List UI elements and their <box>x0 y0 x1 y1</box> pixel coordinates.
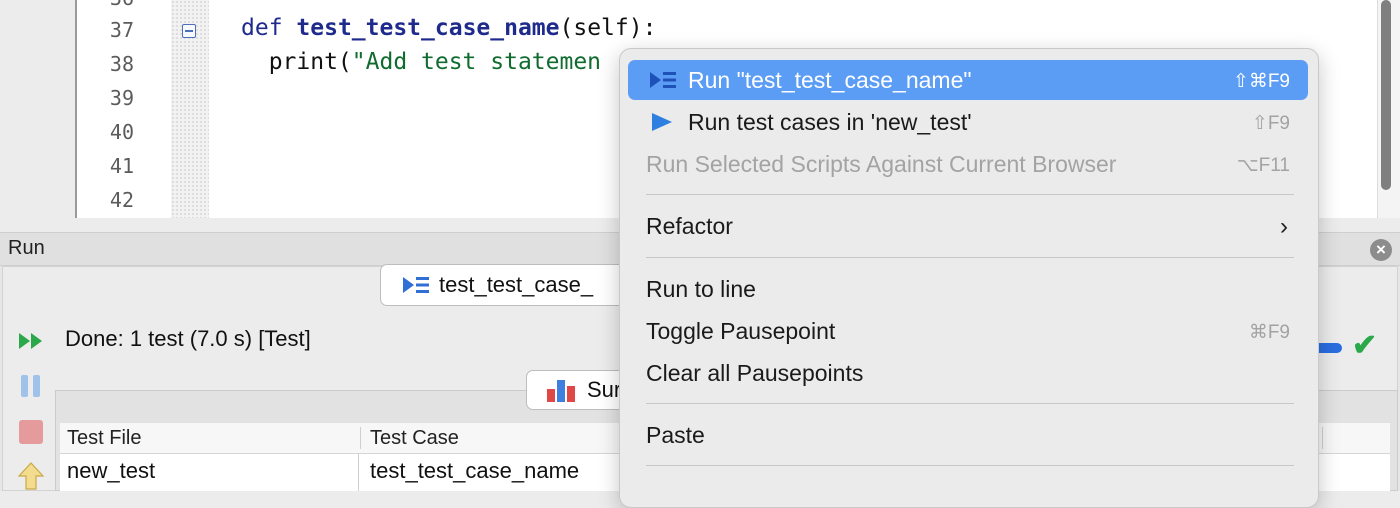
menu-item-label: Clear all Pausepoints <box>646 360 864 386</box>
play-icon <box>652 113 672 131</box>
keyword-def: def <box>241 15 283 41</box>
bar-chart-icon <box>547 380 575 402</box>
pause-icon[interactable] <box>18 373 44 399</box>
menu-item-label: Run "test_test_case_name" <box>688 67 972 93</box>
line-number: 38 <box>109 52 134 76</box>
menu-separator <box>646 465 1294 466</box>
stop-icon[interactable] <box>17 418 45 446</box>
cell-test-file: new_test <box>67 458 156 483</box>
fold-collapse-icon[interactable] <box>182 24 196 38</box>
function-args: (self): <box>559 15 657 41</box>
line-number: 41 <box>109 154 134 178</box>
vertical-scrollbar-thumb[interactable] <box>1381 0 1391 190</box>
line-number: 42 <box>109 188 134 212</box>
menu-item-shortcut: ⌘F9 <box>1248 322 1290 343</box>
run-panel-title: Run <box>8 237 45 259</box>
line-number: 39 <box>109 86 134 110</box>
menu-item-label: Paste <box>646 422 705 448</box>
summary-tab-label: Sur <box>587 377 622 402</box>
menu-item-label: Run test cases in 'new_test' <box>688 109 972 135</box>
column-header-test-case[interactable]: Test Case <box>370 427 459 450</box>
menu-item-label: Toggle Pausepoint <box>646 318 836 344</box>
run-test-icon <box>403 277 429 293</box>
run-test-icon <box>650 72 676 88</box>
menu-item-paste[interactable]: Paste <box>628 415 1308 455</box>
menu-item-label: Run to line <box>646 276 756 302</box>
string-literal: "Add test statemen <box>351 49 602 75</box>
menu-item-shortcut: ⇧F9 <box>1251 113 1290 134</box>
success-check-icon: ✔ <box>1352 329 1378 362</box>
function-name: test_test_case_name <box>296 15 560 41</box>
rerun-icon[interactable] <box>17 331 45 351</box>
column-divider[interactable] <box>360 427 361 449</box>
column-divider <box>358 454 359 491</box>
close-icon[interactable]: × <box>1370 239 1392 261</box>
line-number: 36 <box>77 0 134 10</box>
run-result-tab[interactable]: test_test_case_ <box>380 264 640 306</box>
run-status-text: Done: 1 test (7.0 s) [Test] <box>65 326 311 351</box>
menu-item-shortcut: ⇧⌘F9 <box>1232 71 1290 92</box>
menu-separator <box>646 257 1294 258</box>
chevron-right-icon: › <box>1280 213 1288 240</box>
menu-item-run-to-line[interactable]: Run to line <box>628 269 1308 309</box>
column-header-test-file[interactable]: Test File <box>67 427 141 450</box>
menu-item-clear-pausepoints[interactable]: Clear all Pausepoints <box>628 353 1308 393</box>
menu-item-label: Run Selected Scripts Against Current Bro… <box>646 151 1117 177</box>
menu-item-run-selected-scripts: Run Selected Scripts Against Current Bro… <box>628 144 1308 184</box>
menu-item-run-test-case[interactable]: Run "test_test_case_name" ⇧⌘F9 <box>628 60 1308 100</box>
arrow-up-icon[interactable] <box>17 461 45 491</box>
menu-item-label: Refactor <box>646 213 733 239</box>
menu-separator <box>646 403 1294 404</box>
menu-item-refactor[interactable]: Refactor › <box>628 206 1308 246</box>
line-number: 37 <box>109 18 134 42</box>
run-result-tab-label: test_test_case_ <box>439 272 594 297</box>
code-line-37[interactable]: def test_test_case_name(self): <box>241 15 656 41</box>
menu-item-run-test-cases[interactable]: Run test cases in 'new_test' ⇧F9 <box>628 102 1308 142</box>
code-line-38[interactable]: print("Add test statemen <box>241 49 601 75</box>
cell-test-case: test_test_case_name <box>370 458 580 483</box>
line-number: 40 <box>109 120 134 144</box>
menu-separator <box>646 194 1294 195</box>
print-call: print( <box>241 49 352 75</box>
column-divider[interactable] <box>1322 427 1323 449</box>
menu-item-shortcut: ⌥F11 <box>1236 155 1290 176</box>
menu-item-toggle-pausepoint[interactable]: Toggle Pausepoint ⌘F9 <box>628 311 1308 351</box>
context-menu: Run "test_test_case_name" ⇧⌘F9 Run test … <box>619 48 1319 508</box>
